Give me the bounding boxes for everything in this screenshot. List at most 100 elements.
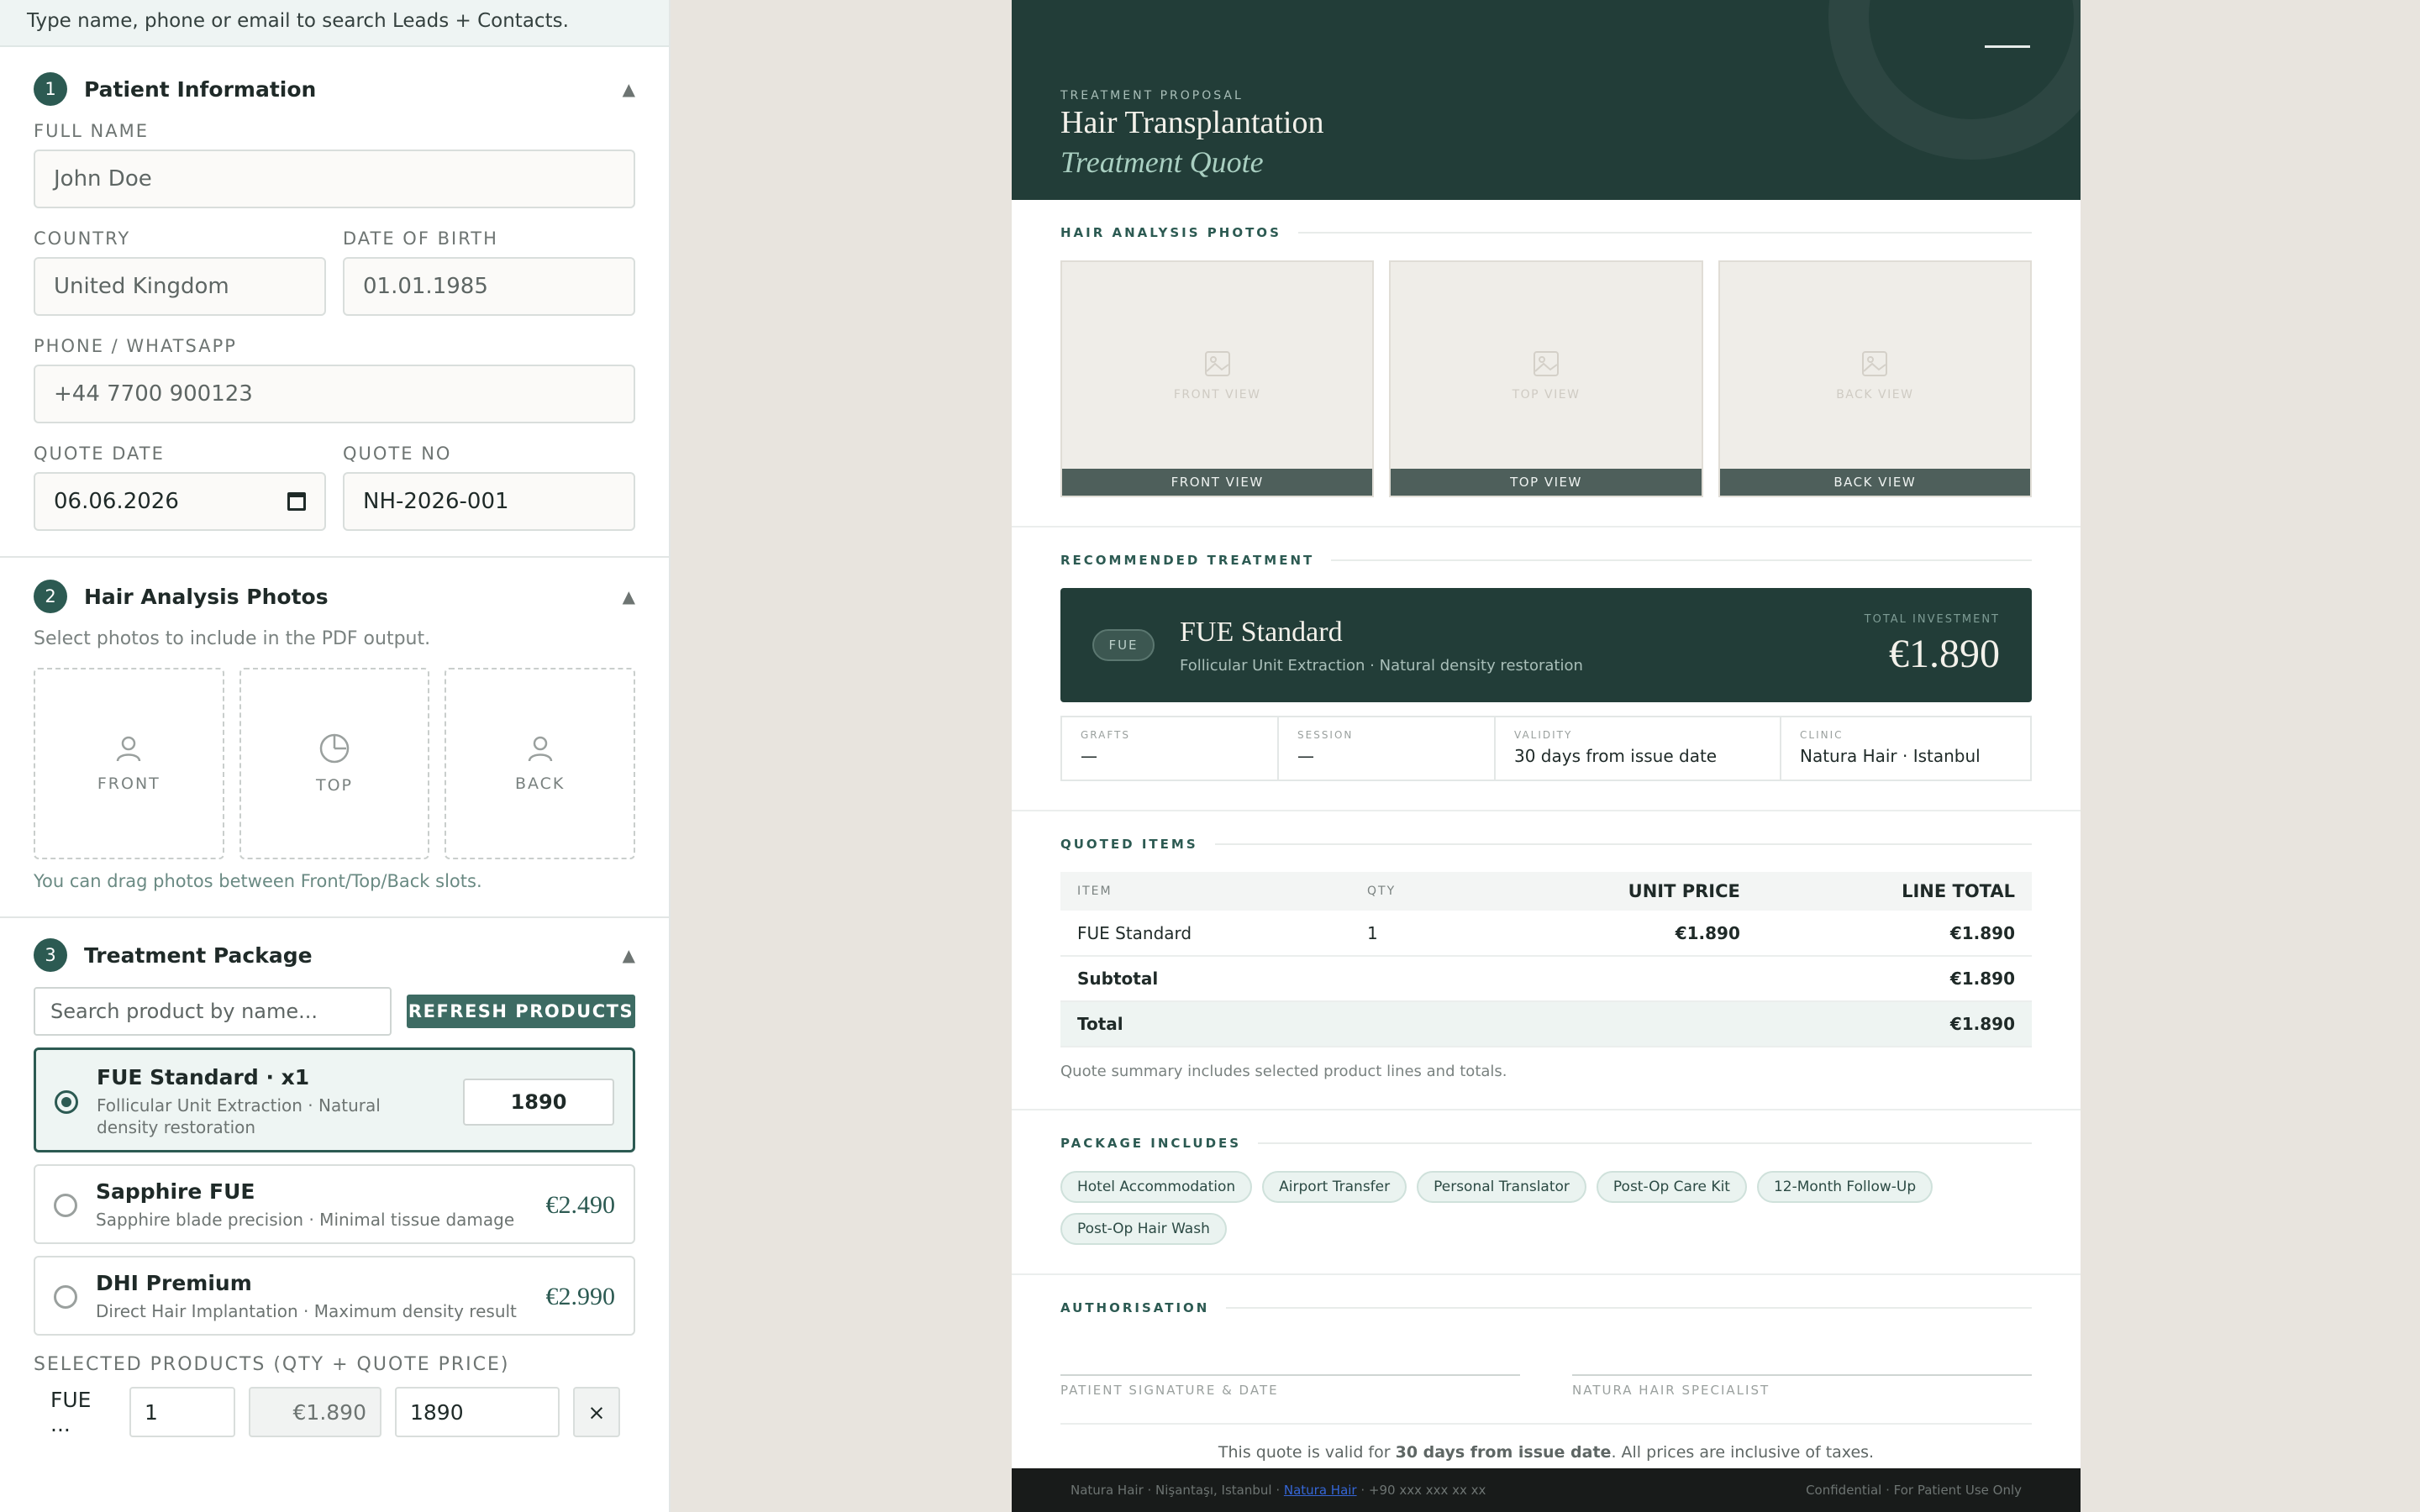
product-option-dhi-premium[interactable]: DHI Premium Direct Hair Implantation · M… xyxy=(34,1256,635,1336)
slot-label: TOP xyxy=(315,776,354,795)
phone-field[interactable]: +44 7700 900123 xyxy=(34,365,635,423)
photo-slot-front[interactable]: FRONT xyxy=(34,668,224,859)
phone-label: PHONE / WHATSAPP xyxy=(34,336,237,356)
total-row: Total €1.890 xyxy=(1060,1001,2032,1047)
document-title: Hair Transplantation xyxy=(1060,105,1324,140)
quote-date-label: QUOTE DATE xyxy=(34,444,165,464)
product-option-sapphire-fue[interactable]: Sapphire FUE Sapphire blade precision · … xyxy=(34,1164,635,1244)
selected-qty-input[interactable]: 1 xyxy=(129,1387,235,1437)
patient-signature-line: PATIENT SIGNATURE & DATE xyxy=(1060,1374,1520,1398)
cell-line-total: €1.890 xyxy=(1756,911,2032,957)
subtotal-label: Subtotal xyxy=(1060,956,1350,1002)
photo-back-view: BACK VIEW BACK VIEW xyxy=(1718,260,2032,497)
doc-quoted-items-section: QUOTED ITEMS ITEM QTY UNIT PRICE LINE TO… xyxy=(1012,811,2081,1110)
doc-authorisation-section: AUTHORISATION PATIENT SIGNATURE & DATE N… xyxy=(1012,1275,2081,1490)
include-chip: 12-Month Follow-Up xyxy=(1756,1171,1933,1203)
treatment-description: Follicular Unit Extraction · Natural den… xyxy=(1180,656,1583,675)
treatment-badge: FUE xyxy=(1092,629,1155,661)
col-qty: QTY xyxy=(1350,872,1485,911)
treatment-name: FUE Standard xyxy=(1180,616,1343,648)
total-value: €1.890 xyxy=(1756,1001,2032,1047)
full-name-label: FULL NAME xyxy=(34,121,149,141)
product-price-input[interactable]: 1890 xyxy=(463,1078,614,1126)
photo-slot-top[interactable]: TOP xyxy=(239,668,430,859)
doc-photos-section: HAIR ANALYSIS PHOTOS FRONT VIEW FRONT VI… xyxy=(1012,200,2081,528)
document-footer: Natura Hair · Nişantaşı, Istanbul · Natu… xyxy=(1012,1468,2081,1512)
table-row: FUE Standard 1 €1.890 €1.890 xyxy=(1060,911,2032,957)
footer-link[interactable]: Natura Hair xyxy=(1284,1483,1357,1498)
radio-selected[interactable] xyxy=(55,1089,78,1114)
cell-qty: 1 xyxy=(1350,911,1485,957)
remove-product-button[interactable]: × xyxy=(573,1387,620,1437)
include-chip: Airport Transfer xyxy=(1262,1171,1407,1203)
photo-caption: BACK VIEW xyxy=(1719,469,2030,496)
step-number-badge: 1 xyxy=(34,72,67,106)
slot-label: BACK xyxy=(514,774,566,793)
total-investment-value: €1.890 xyxy=(1889,632,2000,676)
photos-section-header[interactable]: 2 Hair Analysis Photos ▲ xyxy=(34,578,635,615)
radio-unselected[interactable] xyxy=(54,1284,77,1309)
section-heading: HAIR ANALYSIS PHOTOS xyxy=(1060,225,2032,240)
section-heading: PACKAGE INCLUDES xyxy=(1060,1136,2032,1151)
patient-section-header[interactable]: 1 Patient Information ▲ xyxy=(34,71,635,108)
patient-information-section: 1 Patient Information ▲ FULL NAME John D… xyxy=(0,47,669,558)
total-label: Total xyxy=(1060,1001,1350,1047)
include-chip: Hotel Accommodation xyxy=(1060,1171,1253,1203)
specialist-signature-line: NATURA HAIR SPECIALIST xyxy=(1572,1374,2032,1398)
fact-value: 30 days from issue date xyxy=(1514,746,1718,766)
image-placeholder-icon xyxy=(1204,351,1230,376)
decorative-ring xyxy=(1828,0,2081,160)
summary-note: Quote summary includes selected product … xyxy=(1060,1063,1507,1080)
includes-chips: Hotel Accommodation Airport Transfer Per… xyxy=(1060,1171,2032,1245)
product-option-fue-standard[interactable]: FUE Standard · x1 Follicular Unit Extrac… xyxy=(34,1047,635,1152)
menu-icon[interactable] xyxy=(1985,45,2030,48)
document-subtitle: Treatment Quote xyxy=(1060,145,1264,179)
product-description: Sapphire blade precision · Minimal tissu… xyxy=(96,1210,515,1230)
drag-note: You can drag photos between Front/Top/Ba… xyxy=(34,871,482,891)
collapse-caret-icon[interactable]: ▲ xyxy=(623,586,635,606)
validity-bold: 30 days from issue date xyxy=(1395,1443,1612,1462)
fact-label: GRAFTS xyxy=(1081,729,1130,741)
document-eyebrow: TREATMENT PROPOSAL xyxy=(1060,89,1244,102)
validity-prefix: This quote is valid for xyxy=(1218,1443,1396,1462)
refresh-products-button[interactable]: REFRESH PRODUCTS xyxy=(407,995,635,1028)
package-section-header[interactable]: 3 Treatment Package ▲ xyxy=(34,937,635,974)
section-title: Treatment Package xyxy=(84,942,313,968)
footer-confidential: Confidential · For Patient Use Only xyxy=(1806,1483,2022,1498)
photo-ghost-label: BACK VIEW xyxy=(1836,388,1914,402)
fact-session: SESSION — xyxy=(1279,717,1496,780)
calendar-icon[interactable] xyxy=(287,492,306,511)
fact-label: VALIDITY xyxy=(1514,729,1573,741)
dob-field[interactable]: 01.01.1985 xyxy=(343,257,635,316)
step-number-badge: 3 xyxy=(34,938,67,972)
subtotal-value: €1.890 xyxy=(1756,956,2032,1002)
product-search-input[interactable]: Search product by name... xyxy=(34,987,392,1036)
full-name-field[interactable]: John Doe xyxy=(34,150,635,208)
validity-suffix: . All prices are inclusive of taxes. xyxy=(1611,1443,1875,1462)
country-field[interactable]: United Kingdom xyxy=(34,257,326,316)
search-hint: Type name, phone or email to search Lead… xyxy=(0,0,669,47)
selected-product-name: FUE ... xyxy=(50,1388,92,1436)
person-icon xyxy=(117,736,141,762)
product-price: €2.990 xyxy=(545,1282,616,1310)
section-title: Patient Information xyxy=(84,76,317,102)
selected-unit-price: €1.890 xyxy=(249,1387,381,1437)
section-heading: QUOTED ITEMS xyxy=(1060,837,2032,852)
selected-product-row: FUE ... 1 €1.890 1890 × xyxy=(34,1387,635,1437)
product-name: FUE Standard · x1 xyxy=(97,1065,310,1089)
photo-caption: FRONT VIEW xyxy=(1062,469,1373,496)
slot-label: FRONT xyxy=(97,774,160,793)
quote-date-field[interactable]: 06.06.2026 xyxy=(34,472,326,531)
selected-quote-price-input[interactable]: 1890 xyxy=(395,1387,560,1437)
quote-date-value: 06.06.2026 xyxy=(54,489,179,514)
col-item: ITEM xyxy=(1060,872,1350,911)
quote-no-field[interactable]: NH-2026-001 xyxy=(343,472,635,531)
collapse-caret-icon[interactable]: ▲ xyxy=(623,79,635,99)
include-chip: Post-Op Hair Wash xyxy=(1060,1213,1227,1245)
table-header-row: ITEM QTY UNIT PRICE LINE TOTAL xyxy=(1060,872,2032,911)
radio-unselected[interactable] xyxy=(54,1193,77,1217)
photo-slot-back[interactable]: BACK xyxy=(445,668,636,859)
collapse-caret-icon[interactable]: ▲ xyxy=(623,945,635,965)
treatment-facts: GRAFTS — SESSION — VALIDITY 30 days from… xyxy=(1060,716,2032,781)
col-line-total: LINE TOTAL xyxy=(1756,872,2032,911)
